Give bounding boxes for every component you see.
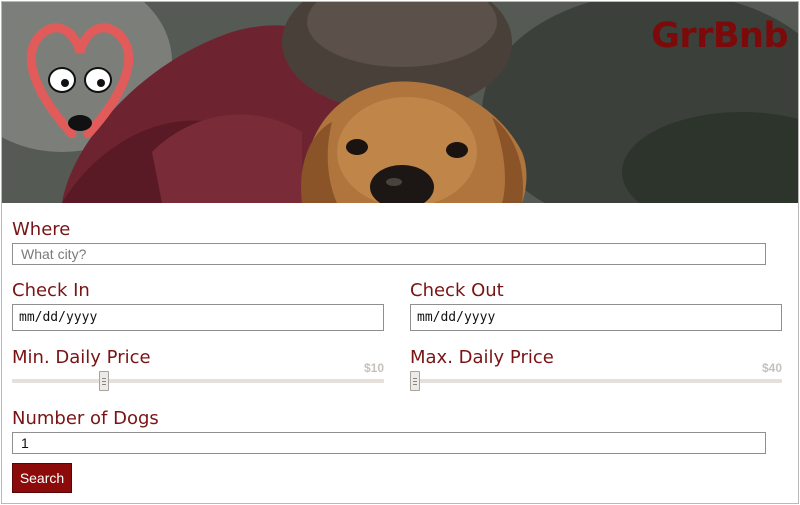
max-price-label: Max. Daily Price <box>410 347 554 368</box>
dog-heart-logo-icon <box>26 23 134 138</box>
min-price-slider-thumb[interactable] <box>98 371 109 391</box>
hero-banner: GrrBnb <box>2 2 798 203</box>
max-price-slider-thumb[interactable] <box>410 371 420 391</box>
max-price-value: $40 <box>762 361 783 375</box>
max-price-slider-track[interactable] <box>410 379 782 383</box>
check-out-date-input[interactable]: mm/dd/yyyy <box>410 304 782 331</box>
where-label: Where <box>12 219 71 240</box>
search-button[interactable]: Search <box>12 463 72 493</box>
number-of-dogs-input[interactable]: 1 <box>12 432 766 454</box>
brand-logo-text: GrrBnb <box>651 16 788 56</box>
min-price-slider-track[interactable] <box>12 379 384 383</box>
where-city-input[interactable] <box>12 243 766 265</box>
check-out-date-value: mm/dd/yyyy <box>417 310 496 325</box>
min-price-value: $10 <box>364 361 385 375</box>
number-of-dogs-label: Number of Dogs <box>12 408 159 429</box>
number-of-dogs-value: 1 <box>21 435 29 451</box>
min-price-label: Min. Daily Price <box>12 347 151 368</box>
check-in-label: Check In <box>12 280 90 301</box>
check-in-date-input[interactable]: mm/dd/yyyy <box>12 304 384 331</box>
check-out-label: Check Out <box>410 280 504 301</box>
check-in-date-value: mm/dd/yyyy <box>19 310 98 325</box>
